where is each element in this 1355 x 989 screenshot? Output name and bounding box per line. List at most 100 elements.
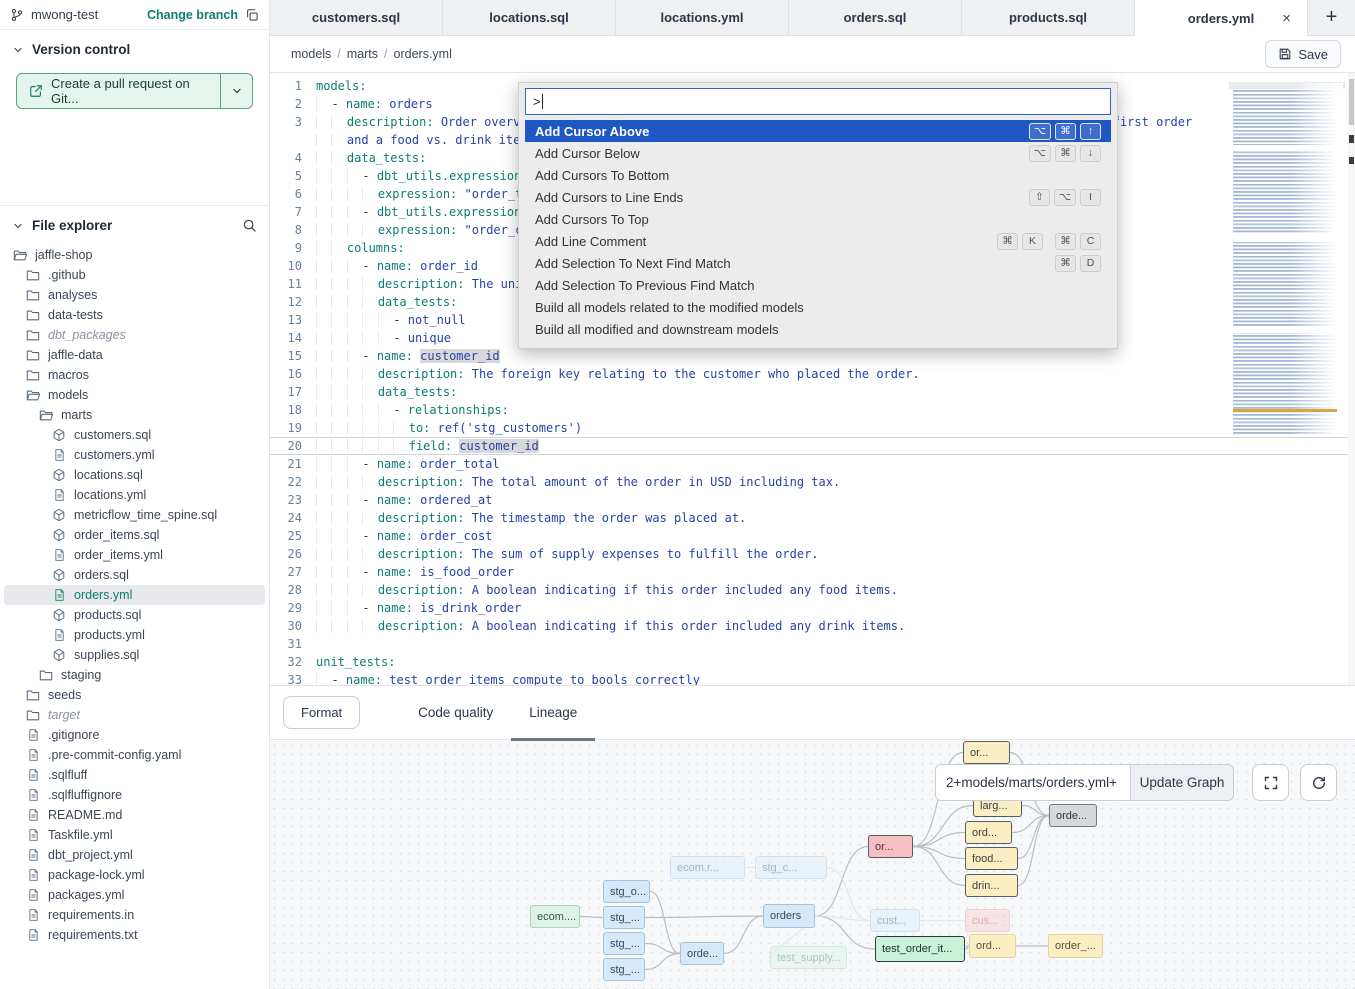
- palette-item-build-all-models-related-to-the-modified-models[interactable]: Build all models related to the modified…: [525, 296, 1111, 318]
- refresh-button[interactable]: [1300, 764, 1337, 801]
- file-tree-item-Taskfile.yml[interactable]: Taskfile.yml: [4, 825, 265, 845]
- format-button[interactable]: Format: [283, 696, 360, 729]
- file-tree-item-.pre-commit-config.yaml[interactable]: .pre-commit-config.yaml: [4, 745, 265, 765]
- line-number: 1: [270, 77, 316, 95]
- line-number: 13: [270, 311, 316, 329]
- file-tree-item-jaffle-shop[interactable]: jaffle-shop: [4, 245, 265, 265]
- create-pr-caret[interactable]: [220, 74, 252, 108]
- tab-lineage[interactable]: Lineage: [511, 686, 595, 740]
- palette-item-add-cursor-below[interactable]: Add Cursor Below⌥⌘↓: [525, 142, 1111, 164]
- file-tree-item-metricflow_time_spine.sql[interactable]: metricflow_time_spine.sql: [4, 505, 265, 525]
- file-tree-item-customers.sql[interactable]: customers.sql: [4, 425, 265, 445]
- tab-orders.sql[interactable]: orders.sql: [789, 0, 962, 35]
- search-icon[interactable]: [242, 218, 257, 233]
- tab-customers.sql[interactable]: customers.sql: [270, 0, 443, 35]
- lineage-node-order_[interactable]: order_...: [1048, 934, 1103, 958]
- lineage-node-or[interactable]: or...: [868, 835, 913, 858]
- lineage-node-test_order_it[interactable]: test_order_it...: [875, 936, 965, 962]
- tab-locations.yml[interactable]: locations.yml: [616, 0, 789, 35]
- file-tree-item-analyses[interactable]: analyses: [4, 285, 265, 305]
- lineage-node-stg_o[interactable]: stg_o...: [603, 880, 650, 903]
- file-tree-item-.sqlfluffignore[interactable]: .sqlfluffignore: [4, 785, 265, 805]
- editor-scrollbar[interactable]: [1348, 73, 1355, 685]
- folder-icon: [25, 328, 41, 342]
- file-tree-item-marts[interactable]: marts: [4, 405, 265, 425]
- close-tab-icon[interactable]: ×: [1282, 10, 1291, 27]
- file-tree-item-dbt_packages[interactable]: dbt_packages: [4, 325, 265, 345]
- create-pr-button[interactable]: Create a pull request on Git...: [16, 73, 253, 109]
- file-tree-item-orders.sql[interactable]: orders.sql: [4, 565, 265, 585]
- file-tree-item-.gitignore[interactable]: .gitignore: [4, 725, 265, 745]
- file-tree-item-data-tests[interactable]: data-tests: [4, 305, 265, 325]
- breadcrumb-models[interactable]: models: [291, 47, 331, 61]
- command-palette-input[interactable]: >: [525, 88, 1111, 115]
- file-tree-item-jaffle-data[interactable]: jaffle-data: [4, 345, 265, 365]
- file-tree-item-locations.sql[interactable]: locations.sql: [4, 465, 265, 485]
- file-tree-item-macros[interactable]: macros: [4, 365, 265, 385]
- palette-item-add-cursor-above[interactable]: Add Cursor Above⌥⌘↑: [525, 120, 1111, 142]
- lineage-node-orde[interactable]: orde...: [1049, 804, 1097, 827]
- lineage-node-orders[interactable]: orders: [763, 904, 815, 928]
- minimap[interactable]: [1233, 83, 1343, 435]
- tab-orders.yml[interactable]: orders.yml×: [1135, 0, 1308, 37]
- file-tree-item-locations.yml[interactable]: locations.yml: [4, 485, 265, 505]
- file-tree-item-order_items.yml[interactable]: order_items.yml: [4, 545, 265, 565]
- save-button[interactable]: Save: [1265, 40, 1341, 68]
- lineage-node-food[interactable]: food...: [965, 847, 1018, 870]
- file-tree-item-README.md[interactable]: README.md: [4, 805, 265, 825]
- file-tree-item-seeds[interactable]: seeds: [4, 685, 265, 705]
- code-line: 29 - name: is_drink_order: [270, 599, 1355, 617]
- fullscreen-button[interactable]: [1252, 764, 1289, 801]
- lineage-canvas[interactable]: Update Graph or...larg...orde...ord...or…: [270, 741, 1355, 989]
- file-tree-item-packages.yml[interactable]: packages.yml: [4, 885, 265, 905]
- file-tree-item-models[interactable]: models: [4, 385, 265, 405]
- palette-item-add-line-comment[interactable]: Add Line Comment⌘K⌘C: [525, 230, 1111, 252]
- file-tree-item-requirements.in[interactable]: requirements.in: [4, 905, 265, 925]
- lineage-node-ecom[interactable]: ecom....: [530, 905, 580, 928]
- file-tree-item-products.sql[interactable]: products.sql: [4, 605, 265, 625]
- version-control-header[interactable]: Version control: [0, 30, 269, 65]
- file-tree-item-order_items.sql[interactable]: order_items.sql: [4, 525, 265, 545]
- lineage-node-or[interactable]: or...: [963, 741, 1010, 764]
- lineage-node-ord[interactable]: ord...: [965, 821, 1012, 844]
- palette-item-build-all-modified-and-downstream-models[interactable]: Build all modified and downstream models: [525, 318, 1111, 340]
- tab-locations.sql[interactable]: locations.sql: [443, 0, 616, 35]
- file-tree-item-.sqlfluff[interactable]: .sqlfluff: [4, 765, 265, 785]
- file-tree-item-target[interactable]: target: [4, 705, 265, 725]
- create-pr-main[interactable]: Create a pull request on Git...: [17, 74, 220, 108]
- tab-products.sql[interactable]: products.sql: [962, 0, 1135, 35]
- lineage-node-drin[interactable]: drin...: [965, 874, 1018, 897]
- palette-item-add-cursors-to-top[interactable]: Add Cursors To Top: [525, 208, 1111, 230]
- file-tree-item-customers.yml[interactable]: customers.yml: [4, 445, 265, 465]
- file-tree-item-products.yml[interactable]: products.yml: [4, 625, 265, 645]
- file-tree-item-dbt_project.yml[interactable]: dbt_project.yml: [4, 845, 265, 865]
- palette-item-add-selection-to-previous-find-match[interactable]: Add Selection To Previous Find Match: [525, 274, 1111, 296]
- tab-code-quality[interactable]: Code quality: [400, 686, 511, 740]
- palette-item-add-selection-to-next-find-match[interactable]: Add Selection To Next Find Match⌘D: [525, 252, 1111, 274]
- breadcrumb-file[interactable]: orders.yml: [394, 47, 452, 61]
- new-tab-button[interactable]: +: [1308, 0, 1355, 35]
- lineage-node-stg_[interactable]: stg_...: [603, 958, 645, 981]
- file-tree-item-requirements.txt[interactable]: requirements.txt: [4, 925, 265, 945]
- lineage-node-ord[interactable]: ord...: [969, 934, 1016, 958]
- breadcrumb-marts[interactable]: marts: [347, 47, 378, 61]
- lineage-node-orde[interactable]: orde...: [680, 942, 724, 965]
- lineage-node-stg_[interactable]: stg_...: [603, 906, 645, 929]
- line-number: 12: [270, 293, 316, 311]
- palette-item-add-cursors-to-bottom[interactable]: Add Cursors To Bottom: [525, 164, 1111, 186]
- file-tree-item-package-lock.yml[interactable]: package-lock.yml: [4, 865, 265, 885]
- lineage-filter-input[interactable]: [935, 764, 1131, 801]
- update-graph-button[interactable]: Update Graph: [1131, 764, 1234, 801]
- file-explorer-header[interactable]: File explorer: [0, 206, 269, 241]
- copy-branch-icon[interactable]: [245, 8, 259, 22]
- file-tree-item-.github[interactable]: .github: [4, 265, 265, 285]
- palette-item-add-cursors-to-line-ends[interactable]: Add Cursors to Line Ends⇧⌥I: [525, 186, 1111, 208]
- file-tree-item-supplies.sql[interactable]: supplies.sql: [4, 645, 265, 665]
- tab-label: locations.sql: [489, 10, 568, 25]
- file-tree-item-staging[interactable]: staging: [4, 665, 265, 685]
- model-icon: [51, 508, 67, 522]
- lineage-node-stg_[interactable]: stg_...: [603, 932, 645, 955]
- file-tree-item-orders.yml[interactable]: orders.yml: [4, 585, 265, 605]
- file-icon: [25, 768, 41, 782]
- change-branch-link[interactable]: Change branch: [147, 8, 238, 22]
